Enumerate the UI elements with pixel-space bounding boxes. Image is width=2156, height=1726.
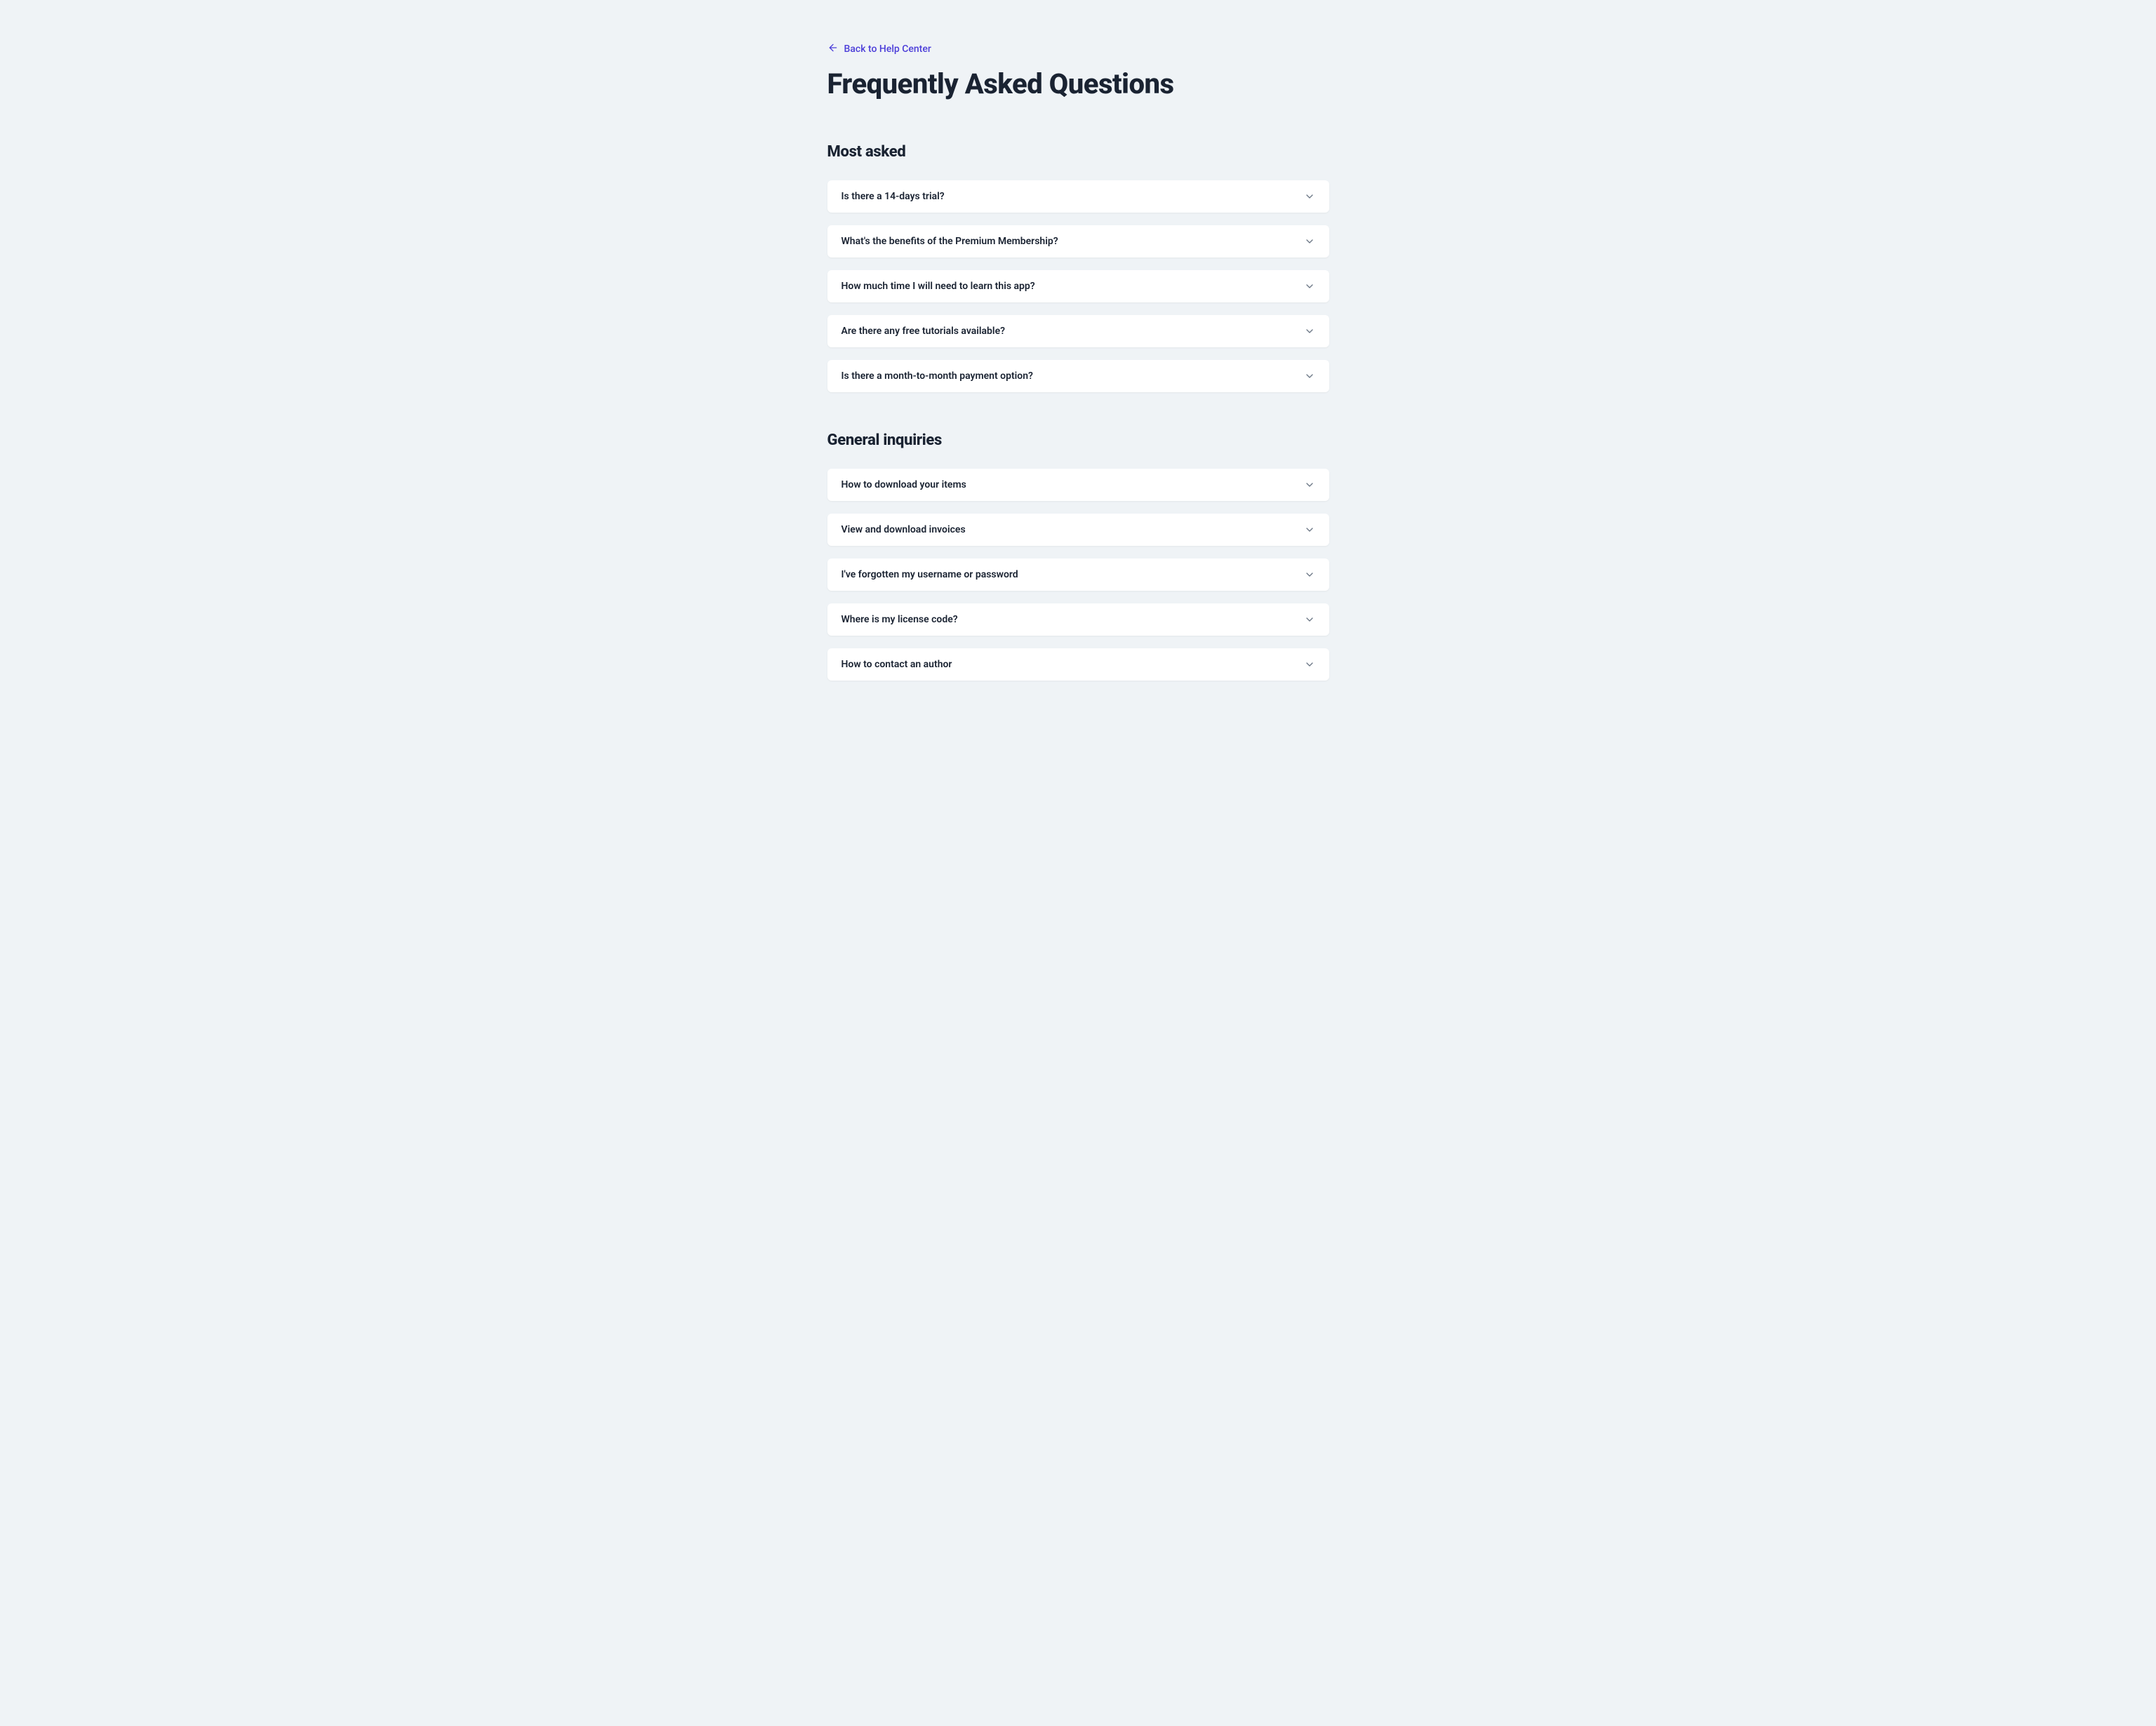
accordion-group-most-asked: Is there a 14-days trial? What's the ben…	[827, 180, 1329, 392]
accordion-label: What's the benefits of the Premium Membe…	[841, 236, 1058, 247]
accordion-label: How to download your items	[841, 479, 966, 490]
accordion-item-monthly-payment[interactable]: Is there a month-to-month payment option…	[827, 360, 1329, 392]
accordion-label: Is there a 14-days trial?	[841, 191, 945, 202]
section-title-most-asked: Most asked	[827, 143, 1329, 161]
accordion-label: How to contact an author	[841, 659, 952, 670]
chevron-down-icon	[1304, 236, 1315, 247]
chevron-down-icon	[1304, 326, 1315, 337]
chevron-down-icon	[1304, 370, 1315, 382]
accordion-item-free-tutorials[interactable]: Are there any free tutorials available?	[827, 315, 1329, 347]
chevron-down-icon	[1304, 281, 1315, 292]
accordion-label: Where is my license code?	[841, 614, 958, 625]
page-title: Frequently Asked Questions	[827, 67, 1329, 101]
chevron-down-icon	[1304, 569, 1315, 580]
back-link-label: Back to Help Center	[844, 44, 931, 55]
accordion-item-learning-time[interactable]: How much time I will need to learn this …	[827, 270, 1329, 302]
section-title-general-inquiries: General inquiries	[827, 432, 1329, 449]
accordion-label: I've forgotten my username or password	[841, 569, 1018, 580]
accordion-label: How much time I will need to learn this …	[841, 281, 1035, 292]
chevron-down-icon	[1304, 191, 1315, 202]
accordion-item-trial[interactable]: Is there a 14-days trial?	[827, 180, 1329, 213]
chevron-down-icon	[1304, 524, 1315, 535]
accordion-item-license-code[interactable]: Where is my license code?	[827, 603, 1329, 636]
chevron-down-icon	[1304, 659, 1315, 670]
chevron-down-icon	[1304, 479, 1315, 490]
back-to-help-center-link[interactable]: Back to Help Center	[827, 42, 931, 56]
accordion-group-general-inquiries: How to download your items View and down…	[827, 469, 1329, 681]
accordion-label: Are there any free tutorials available?	[841, 326, 1006, 337]
accordion-item-premium-benefits[interactable]: What's the benefits of the Premium Membe…	[827, 225, 1329, 257]
accordion-item-view-invoices[interactable]: View and download invoices	[827, 514, 1329, 546]
accordion-label: Is there a month-to-month payment option…	[841, 370, 1033, 382]
chevron-down-icon	[1304, 614, 1315, 625]
accordion-item-download-items[interactable]: How to download your items	[827, 469, 1329, 501]
accordion-item-contact-author[interactable]: How to contact an author	[827, 648, 1329, 681]
arrow-left-icon	[827, 42, 839, 56]
faq-container: Back to Help Center Frequently Asked Que…	[827, 42, 1329, 681]
accordion-label: View and download invoices	[841, 524, 966, 535]
accordion-item-forgot-password[interactable]: I've forgotten my username or password	[827, 558, 1329, 591]
